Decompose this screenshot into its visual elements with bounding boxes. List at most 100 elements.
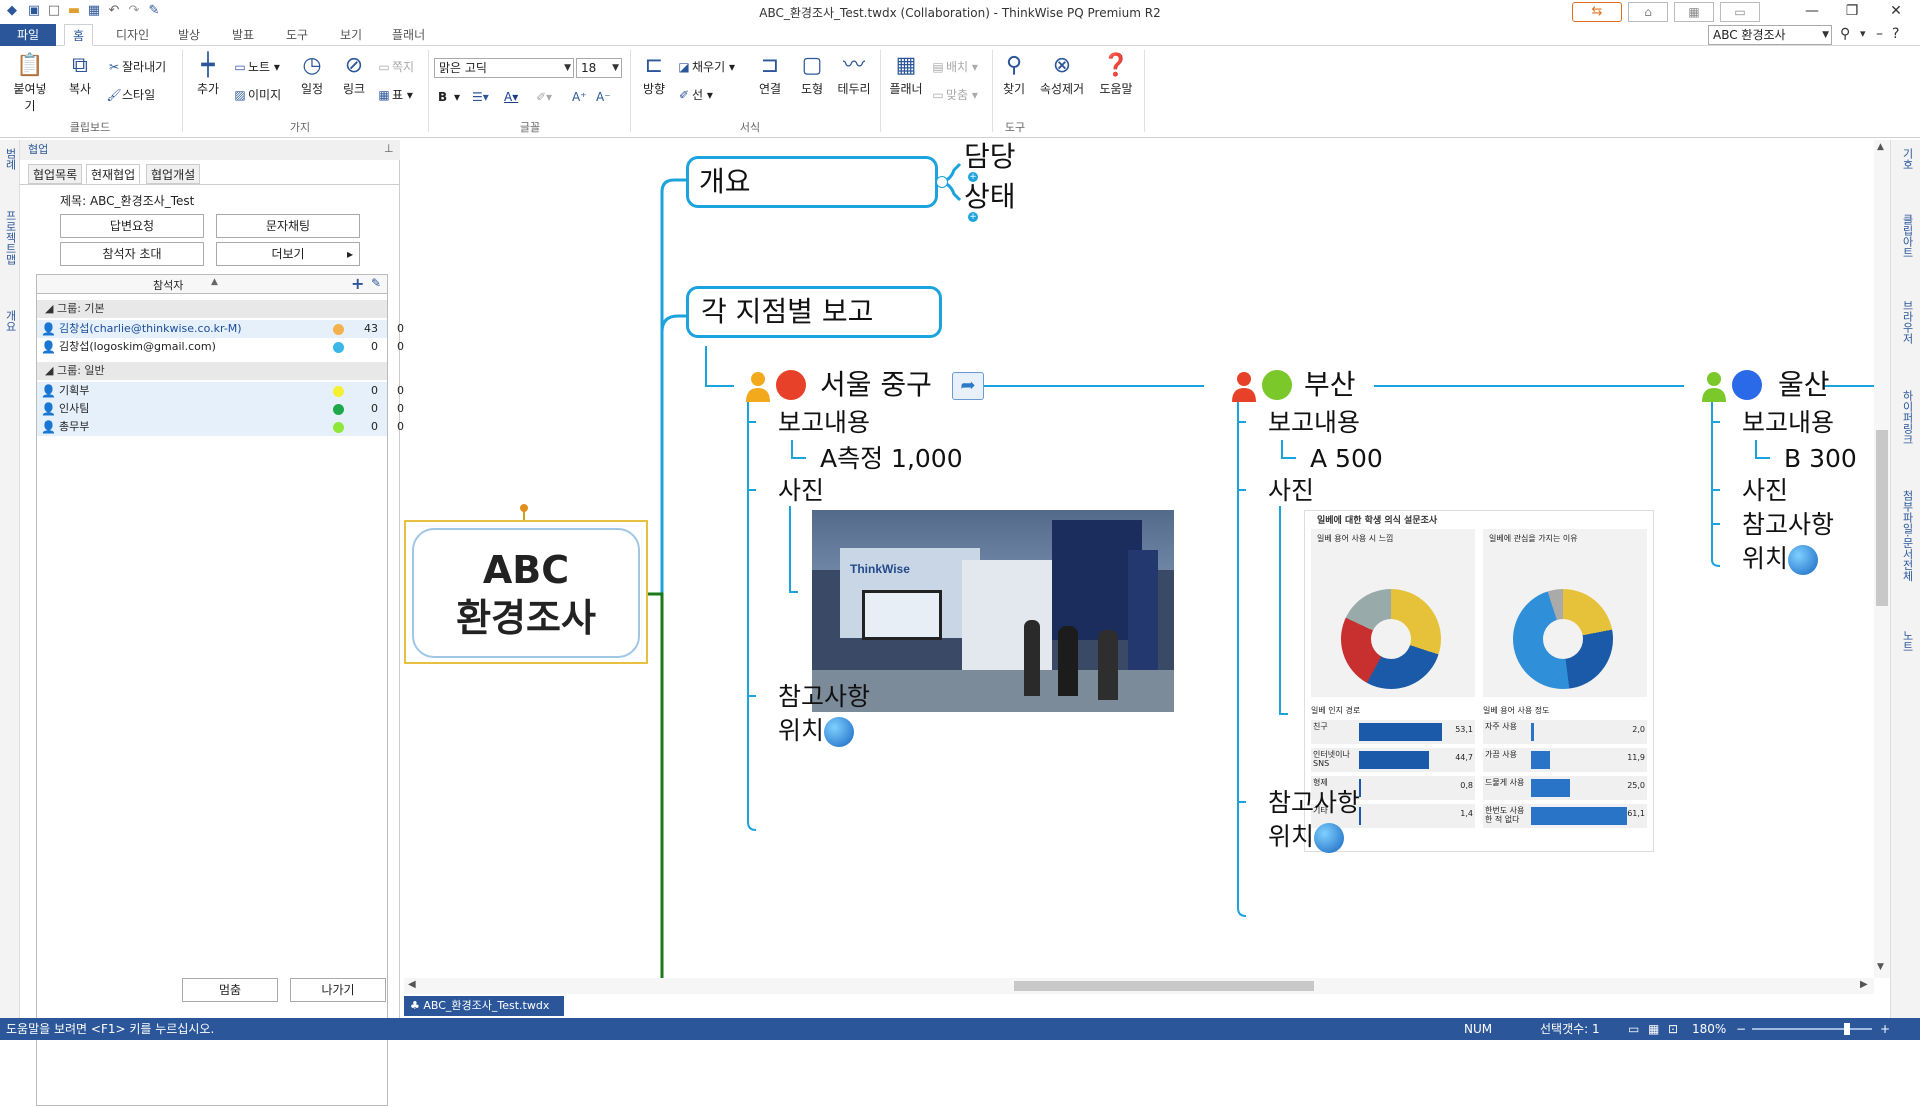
vertical-scrollbar[interactable]: ▲ ▼: [1874, 140, 1890, 978]
image-button[interactable]: ▨ 이미지: [232, 86, 281, 104]
root-node[interactable]: ABC 환경조사: [412, 528, 640, 658]
tab-design[interactable]: 디자인: [108, 24, 157, 46]
tab-tools[interactable]: 도구: [278, 24, 316, 46]
busan-ref-node[interactable]: 참고사항: [1268, 788, 1360, 818]
planner-button[interactable]: ▦ 플래너: [886, 52, 926, 97]
horizontal-scroll-thumb[interactable]: [1014, 981, 1314, 991]
globe-link-icon[interactable]: [824, 717, 855, 747]
manager-node[interactable]: 담당: [964, 140, 1016, 174]
expand-icon[interactable]: +: [968, 212, 978, 222]
zoom-slider-thumb[interactable]: [1844, 1023, 1850, 1035]
copy-button[interactable]: ⧉ 복사: [62, 52, 98, 97]
collab-icon[interactable]: ⇆: [1572, 2, 1622, 22]
paste-button[interactable]: 📋 붙여넣기: [8, 52, 52, 114]
cut-button[interactable]: ✂ 잘라내기: [106, 58, 166, 76]
scroll-up-icon[interactable]: ▲: [1877, 142, 1884, 152]
find-button[interactable]: ⚲ 찾기: [996, 52, 1032, 97]
attachments-tab[interactable]: 첨부파일·문서전체: [1899, 490, 1915, 582]
more-button[interactable]: 더보기 ▸: [216, 242, 360, 266]
busan-node[interactable]: 부산: [1304, 368, 1356, 402]
seoul-node[interactable]: 서울 중구: [820, 368, 932, 402]
member-row[interactable]: 👤 인사팀 0 0: [37, 400, 404, 418]
tab-current-collab[interactable]: 현재협업: [86, 164, 141, 184]
line-button[interactable]: ✐ 선 ▾: [676, 86, 713, 104]
add-branch-button[interactable]: ┿ 추가: [190, 52, 226, 97]
remove-attribute-button[interactable]: ⊗ 속성제거: [1036, 52, 1088, 97]
collapse-toggle[interactable]: [936, 176, 948, 188]
restore-icon[interactable]: ❐: [1832, 0, 1872, 24]
project-map-tab[interactable]: 프로젝트맵: [2, 210, 18, 265]
view-grid-icon[interactable]: ▦: [1648, 1018, 1659, 1040]
invite-participant-button[interactable]: 참석자 초대: [60, 242, 204, 266]
ulsan-ref-node[interactable]: 참고사항: [1742, 510, 1834, 540]
root-selection-frame[interactable]: ABC 환경조사: [404, 520, 648, 664]
minimize-icon[interactable]: —: [1792, 0, 1832, 24]
seoul-location-node[interactable]: 위치: [778, 716, 855, 747]
group-general[interactable]: ◢ 그룹: 일반: [37, 362, 387, 380]
hyperlink-icon[interactable]: ➦: [952, 372, 984, 400]
outline-tab[interactable]: 개요: [2, 310, 18, 332]
fill-button[interactable]: ◪ 채우기 ▾: [676, 58, 735, 76]
zoom-slider[interactable]: [1752, 1023, 1872, 1035]
note-button[interactable]: ▭ 노트 ▾: [232, 58, 280, 76]
busan-report-node[interactable]: 보고내용: [1268, 408, 1360, 438]
tab-presentation[interactable]: 발표: [224, 24, 262, 46]
tab-collab-list[interactable]: 협업목록: [28, 164, 83, 184]
mindmap-canvas[interactable]: ABC 환경조사 개요 담당 상태 + + 각 지점별 보고 서울 중구 ➦ 보…: [404, 140, 1890, 978]
globe-link-icon[interactable]: [1314, 823, 1345, 853]
expand-icon[interactable]: +: [968, 172, 978, 182]
busan-photo-node[interactable]: 사진: [1268, 476, 1314, 506]
font-color-icon[interactable]: A▾: [504, 88, 518, 106]
pin-icon[interactable]: ⊥: [384, 142, 394, 155]
view-normal-icon[interactable]: ▭: [1628, 1018, 1639, 1040]
connect-button[interactable]: ⊐ 연결: [752, 52, 788, 97]
memo-button[interactable]: ▭ 쪽지: [376, 58, 414, 76]
ulsan-value-node[interactable]: B 300: [1784, 444, 1857, 474]
tab-planner[interactable]: 플래너: [384, 24, 433, 46]
view-fit-icon[interactable]: ⊡: [1668, 1018, 1678, 1040]
scroll-right-icon[interactable]: ▶: [1860, 979, 1868, 990]
document-selector[interactable]: ABC 환경조사 ▼: [1708, 25, 1832, 45]
busan-location-node[interactable]: 위치: [1268, 822, 1345, 853]
ulsan-photo-node[interactable]: 사진: [1742, 476, 1788, 506]
search-icon[interactable]: ⚲: [1840, 26, 1850, 42]
leave-button[interactable]: 나가기: [290, 978, 386, 1002]
branch-reports-node[interactable]: 각 지점별 보고: [686, 286, 942, 338]
horizontal-scrollbar[interactable]: ◀ ▶: [404, 978, 1874, 994]
ulsan-node[interactable]: 울산: [1778, 368, 1830, 402]
link-button[interactable]: ⊘ 링크: [336, 52, 372, 97]
tab-ideation[interactable]: 발상: [170, 24, 208, 46]
edit-icon[interactable]: ✎: [371, 276, 381, 290]
vertical-scroll-thumb[interactable]: [1876, 430, 1888, 606]
highlight-icon[interactable]: ✐▾: [536, 88, 552, 106]
direction-button[interactable]: ⊏ 방향: [636, 52, 672, 97]
member-row[interactable]: 👤 기획부 0 0: [37, 382, 404, 400]
tab-create-collab[interactable]: 협업개설: [146, 164, 201, 184]
seoul-ref-node[interactable]: 참고사항: [778, 682, 870, 712]
table-button[interactable]: ▦ 표 ▾: [376, 86, 413, 104]
globe-link-icon[interactable]: [1788, 545, 1819, 575]
zoom-in-icon[interactable]: +: [1880, 1018, 1890, 1040]
participant-row[interactable]: 👤 김창섭(logoskim@gmail.com) 0 0: [37, 338, 404, 356]
add-participant-icon[interactable]: +: [351, 274, 364, 293]
bold-button[interactable]: B: [438, 88, 447, 106]
shrink-font-icon[interactable]: A⁻: [596, 88, 611, 106]
help-icon[interactable]: ?: [1892, 26, 1899, 42]
shape-button[interactable]: ▢ 도형: [794, 52, 830, 97]
calendar-icon[interactable]: ▦: [1674, 2, 1714, 22]
home-icon[interactable]: ⌂: [1628, 2, 1668, 22]
arrange-button[interactable]: ▤ 배치 ▾: [930, 58, 978, 76]
member-row[interactable]: 👤 총무부 0 0: [37, 418, 404, 436]
group-basic[interactable]: ◢ 그룹: 기본: [37, 300, 387, 318]
participant-row[interactable]: 👤 김창섭(charlie@thinkwise.co.kr-M) 43 0: [37, 320, 404, 338]
rotate-handle[interactable]: [520, 504, 528, 512]
tab-home[interactable]: 홈: [64, 24, 94, 46]
grow-font-icon[interactable]: A⁺: [572, 88, 587, 106]
border-button[interactable]: 〰 테두리: [834, 52, 874, 97]
notes-tab[interactable]: 노트: [1899, 630, 1915, 652]
browser-tab[interactable]: 브라우저: [1899, 300, 1915, 344]
ulsan-location-node[interactable]: 위치: [1742, 544, 1819, 575]
seoul-photo-node[interactable]: 사진: [778, 476, 824, 506]
minimize-ribbon-icon[interactable]: –: [1876, 26, 1883, 42]
style-button[interactable]: 🖌스타일: [106, 86, 155, 104]
